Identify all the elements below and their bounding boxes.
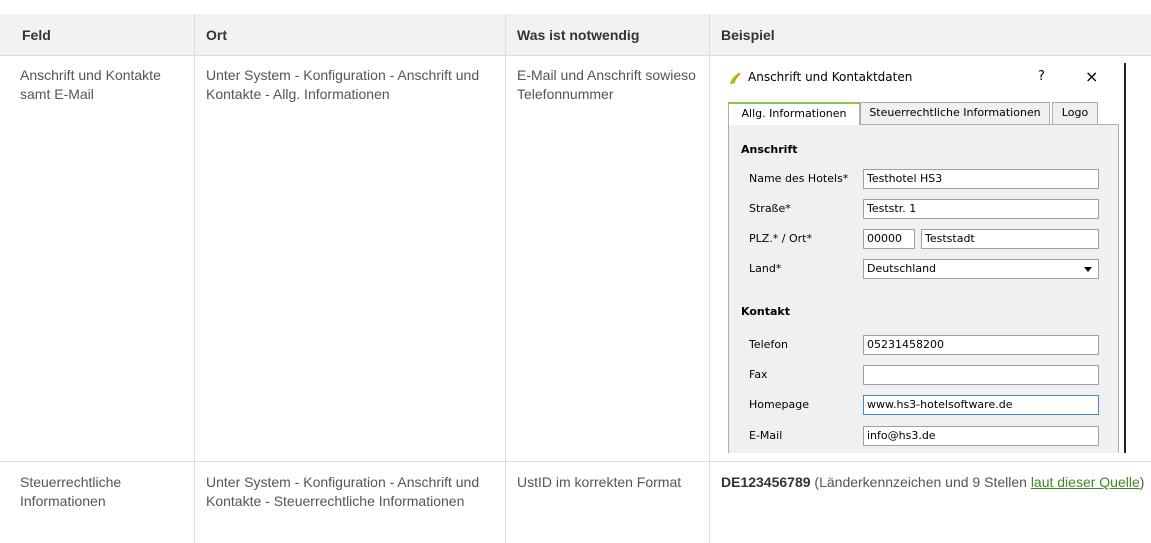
strasse-field[interactable]: Teststr. 1 bbox=[863, 199, 1099, 219]
tab-logo[interactable]: Logo bbox=[1052, 102, 1098, 124]
header-feld: Feld bbox=[22, 27, 51, 43]
row2-notwendig: UstID im korrekten Format bbox=[517, 474, 682, 490]
ort-field[interactable]: Teststadt bbox=[921, 229, 1099, 249]
row2-beispiel: DE123456789 (Länderkennzeichen und 9 Ste… bbox=[721, 473, 1151, 492]
section-anschrift: Anschrift bbox=[741, 143, 798, 156]
close-button[interactable]: × bbox=[1085, 67, 1098, 86]
row1-ort: Unter System - Konfiguration - Anschrift… bbox=[206, 67, 480, 102]
ustid-example: DE123456789 bbox=[721, 474, 811, 490]
email-field[interactable]: info@hs3.de bbox=[863, 426, 1099, 446]
chevron-down-icon bbox=[1084, 267, 1092, 272]
hotel-name-label: Name des Hotels* bbox=[749, 172, 849, 185]
telefon-field[interactable]: 05231458200 bbox=[863, 335, 1099, 355]
help-button[interactable]: ? bbox=[1038, 69, 1045, 84]
row2-feld: Steuerrechtliche Informationen bbox=[20, 474, 122, 509]
row-divider bbox=[0, 461, 1151, 462]
fax-field[interactable] bbox=[863, 365, 1099, 385]
fax-label: Fax bbox=[749, 368, 768, 381]
email-label: E-Mail bbox=[749, 429, 783, 442]
row1-feld: Anschrift und Kontakte samt E-Mail bbox=[20, 67, 161, 102]
homepage-label: Homepage bbox=[749, 398, 809, 411]
header-notwendig: Was ist notwendig bbox=[517, 27, 640, 43]
column-divider bbox=[505, 14, 506, 543]
header-beispiel: Beispiel bbox=[721, 27, 775, 43]
row1-notwendig: E-Mail und Anschrift sowieso Telefonnumm… bbox=[517, 67, 696, 102]
header-ort: Ort bbox=[206, 27, 227, 43]
land-value: Deutschland bbox=[867, 262, 937, 275]
ustid-note-end: ) bbox=[1139, 474, 1145, 490]
hs3-logo-icon bbox=[730, 72, 741, 84]
plz-field[interactable]: 00000 bbox=[863, 229, 915, 249]
ustid-note: (Länderkennzeichen und 9 Stellen bbox=[810, 474, 1031, 490]
land-select[interactable]: Deutschland bbox=[863, 259, 1099, 279]
source-link[interactable]: laut dieser Quelle bbox=[1031, 474, 1140, 490]
plz-ort-label: PLZ.* / Ort* bbox=[749, 232, 812, 245]
tab-allg-informationen[interactable]: Allg. Informationen bbox=[728, 102, 860, 125]
hotel-name-field[interactable]: Testhotel HS3 bbox=[863, 169, 1099, 189]
table-header: Feld Ort Was ist notwendig Beispiel bbox=[0, 14, 1151, 56]
telefon-label: Telefon bbox=[749, 338, 789, 351]
section-kontakt: Kontakt bbox=[741, 305, 790, 318]
row2-ort: Unter System - Konfiguration - Anschrift… bbox=[206, 474, 480, 509]
dialog-titlebar: Anschrift und Kontaktdaten ? × bbox=[720, 63, 1124, 93]
tab-panel: Anschrift Name des Hotels* Testhotel HS3… bbox=[728, 124, 1119, 453]
homepage-field[interactable]: www.hs3-hotelsoftware.de bbox=[863, 395, 1099, 415]
tab-steuerrechtliche-informationen[interactable]: Steuerrechtliche Informationen bbox=[860, 102, 1050, 124]
column-divider bbox=[194, 14, 195, 543]
dialog-title: Anschrift und Kontaktdaten bbox=[748, 70, 913, 84]
column-divider bbox=[709, 14, 710, 543]
strasse-label: Straße* bbox=[749, 202, 791, 215]
example-dialog: Anschrift und Kontaktdaten ? × Allg. Inf… bbox=[720, 63, 1126, 453]
land-label: Land* bbox=[749, 262, 782, 275]
